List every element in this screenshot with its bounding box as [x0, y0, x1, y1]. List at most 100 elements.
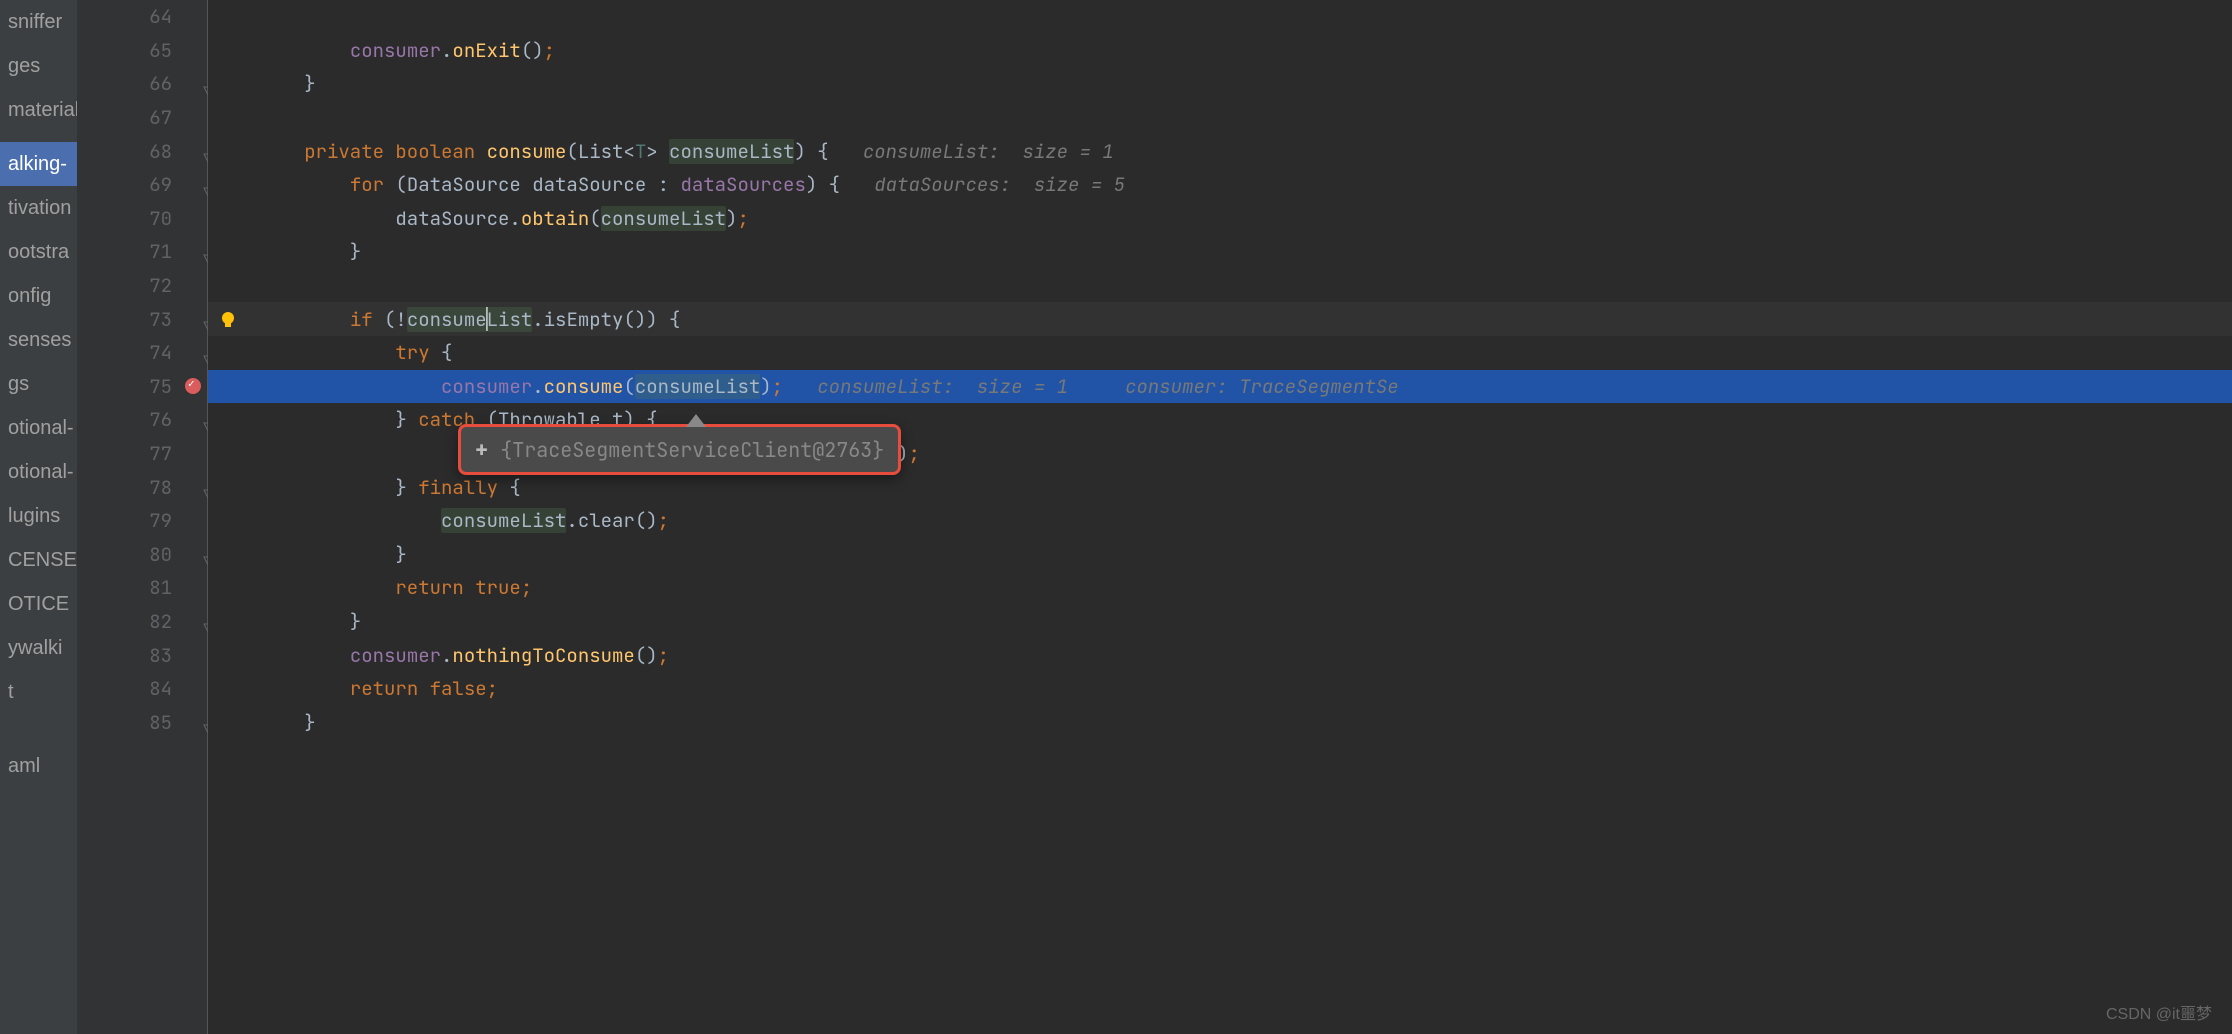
line-number: 64: [149, 4, 172, 29]
code-token: (: [589, 206, 600, 231]
sidebar-item[interactable]: lugins: [0, 494, 77, 538]
sidebar-item[interactable]: [0, 724, 77, 734]
line-number: 75: [149, 374, 172, 399]
gutter-line[interactable]: 81: [78, 571, 207, 605]
code-token: consumeList: [635, 374, 760, 399]
gutter-line[interactable]: 76: [78, 403, 207, 437]
code-line[interactable]: consumer.onExit();: [208, 34, 2232, 68]
gutter-line[interactable]: 67: [78, 101, 207, 135]
code-line[interactable]: return false;: [208, 672, 2232, 706]
gutter-line[interactable]: 69: [78, 168, 207, 202]
code-token: ) {: [806, 172, 874, 197]
line-number: 78: [149, 475, 172, 500]
gutter-line[interactable]: 79: [78, 504, 207, 538]
gutter-line[interactable]: 66: [78, 67, 207, 101]
gutter-line[interactable]: 80: [78, 538, 207, 572]
code-token: private boolean: [304, 139, 486, 164]
sidebar-item[interactable]: onfig: [0, 274, 77, 318]
sidebar-item[interactable]: CENSE: [0, 538, 77, 582]
add-watch-icon[interactable]: +: [475, 435, 488, 464]
gutter-line[interactable]: 74: [78, 336, 207, 370]
code-token: {: [441, 340, 452, 365]
code-line[interactable]: try {: [208, 336, 2232, 370]
code-line[interactable]: consumeList.clear();: [208, 504, 2232, 538]
code-line[interactable]: }: [208, 67, 2232, 101]
line-number: 81: [149, 575, 172, 600]
sidebar-item[interactable]: otional-: [0, 406, 77, 450]
gutter-line[interactable]: 72: [78, 269, 207, 303]
code-token: ;: [521, 575, 532, 600]
code-line[interactable]: }: [208, 538, 2232, 572]
gutter-line[interactable]: 83: [78, 638, 207, 672]
line-number: 70: [149, 206, 172, 231]
gutter-line[interactable]: 71: [78, 235, 207, 269]
sidebar-item[interactable]: aml: [0, 744, 77, 788]
code-token: (!: [384, 307, 407, 332]
code-line[interactable]: dataSource.obtain(consumeList);: [208, 202, 2232, 236]
code-token: (: [623, 374, 634, 399]
code-token: .clear(): [566, 508, 657, 533]
code-token: consumeList: [441, 508, 566, 533]
sidebar-item[interactable]: alking-: [0, 142, 77, 186]
code-line[interactable]: [208, 0, 2232, 34]
line-number: 79: [149, 508, 172, 533]
code-line[interactable]: return true;: [208, 571, 2232, 605]
sidebar-item[interactable]: otional-: [0, 450, 77, 494]
code-token: T: [635, 139, 646, 164]
code-token: }: [213, 609, 361, 634]
debug-evaluate-tooltip[interactable]: + {TraceSegmentServiceClient@2763}: [458, 424, 901, 475]
editor-gutter[interactable]: 64 65 66 676869 70 71 72 7374 75 7677 78 79 80 81 8283…: [78, 0, 208, 1034]
code-line[interactable]: private boolean consume(List<T> consumeL…: [208, 134, 2232, 168]
line-number: 80: [149, 542, 172, 567]
sidebar-item[interactable]: ges: [0, 44, 77, 88]
code-line[interactable]: }: [208, 705, 2232, 739]
code-line[interactable]: for (DataSource dataSource : dataSources…: [208, 168, 2232, 202]
gutter-line[interactable]: 64: [78, 0, 207, 34]
sidebar-item[interactable]: senses: [0, 318, 77, 362]
lightbulb-icon[interactable]: [219, 310, 237, 328]
sidebar-item[interactable]: gs: [0, 362, 77, 406]
sidebar-item[interactable]: [0, 734, 77, 744]
gutter-line[interactable]: 75: [78, 370, 207, 404]
sidebar-item[interactable]: sniffer: [0, 0, 77, 44]
code-token: consume: [487, 139, 567, 164]
code-token: }: [213, 542, 407, 567]
gutter-line[interactable]: 77: [78, 437, 207, 471]
gutter-line[interactable]: 68: [78, 134, 207, 168]
breakpoint-icon[interactable]: [185, 378, 201, 394]
code-token: onExit: [452, 38, 520, 63]
code-token: consumeList: size = 1: [863, 139, 1114, 164]
gutter-line[interactable]: 85: [78, 705, 207, 739]
gutter-line[interactable]: 73: [78, 302, 207, 336]
code-line[interactable]: [208, 101, 2232, 135]
sidebar-item[interactable]: ywalki: [0, 626, 77, 670]
code-line[interactable]: }: [208, 235, 2232, 269]
sidebar-item[interactable]: OTICE: [0, 582, 77, 626]
code-editor[interactable]: consumer.onExit(); } private boolean con…: [208, 0, 2232, 1034]
code-token: }: [213, 71, 316, 96]
code-line[interactable]: }: [208, 605, 2232, 639]
sidebar-item[interactable]: [0, 714, 77, 724]
code-line[interactable]: consumer.nothingToConsume();: [208, 638, 2232, 672]
sidebar-item[interactable]: [0, 132, 77, 142]
code-line[interactable]: if (!consumeList.isEmpty()) {: [208, 302, 2232, 336]
code-line[interactable]: } finally {: [208, 470, 2232, 504]
sidebar-item[interactable]: material: [0, 88, 77, 132]
code-token: consumeList: [601, 206, 726, 231]
gutter-line[interactable]: 65: [78, 34, 207, 68]
gutter-line[interactable]: 70: [78, 202, 207, 236]
sidebar-item[interactable]: t: [0, 670, 77, 714]
line-number: 66: [149, 71, 172, 96]
project-sidebar[interactable]: sniffergesmaterial alking-tivationootstra…: [0, 0, 78, 1034]
code-token: (List<: [566, 139, 634, 164]
gutter-line[interactable]: 82: [78, 605, 207, 639]
code-token: consumer: [350, 643, 441, 668]
sidebar-item[interactable]: tivation: [0, 186, 77, 230]
sidebar-item[interactable]: ootstra: [0, 230, 77, 274]
code-line[interactable]: [208, 269, 2232, 303]
line-number: 72: [149, 273, 172, 298]
code-line[interactable]: consumer.consume(consumeList); consumeLi…: [208, 370, 2232, 404]
gutter-line[interactable]: 78: [78, 470, 207, 504]
gutter-line[interactable]: 84: [78, 672, 207, 706]
code-token: (): [521, 38, 544, 63]
